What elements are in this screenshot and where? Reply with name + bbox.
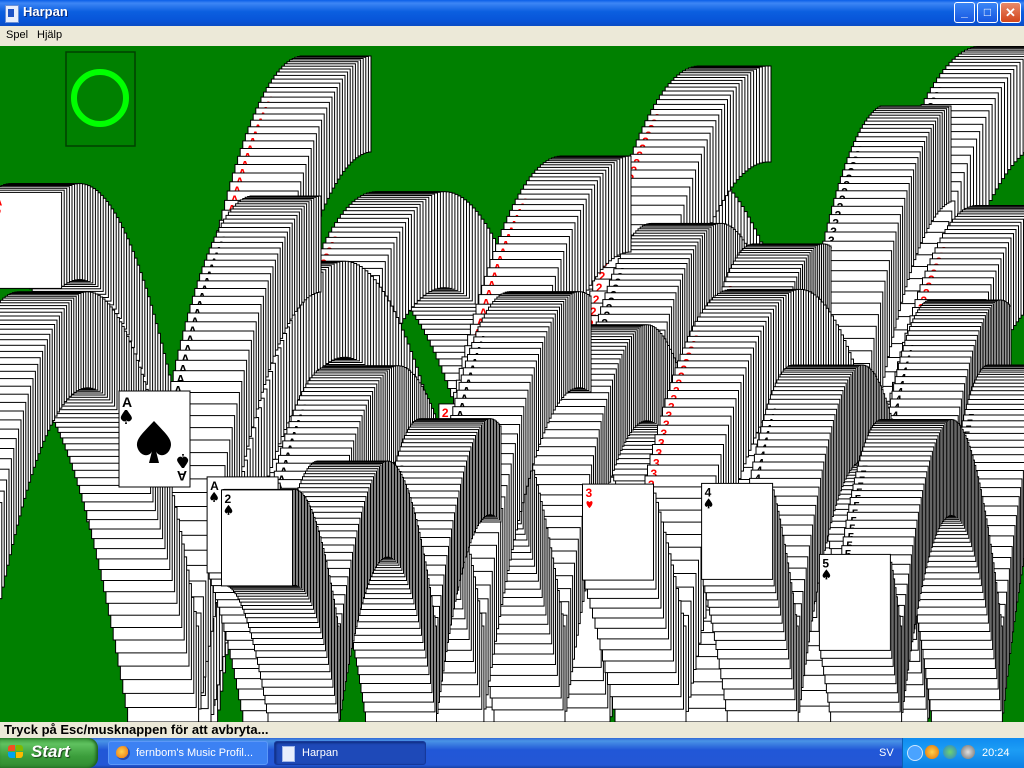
title-bar[interactable]: Harpan _ □ ✕ xyxy=(0,0,1024,26)
harpan-app-icon[interactable] xyxy=(5,5,19,23)
card-rank-label: A xyxy=(0,194,3,208)
maximize-button[interactable]: □ xyxy=(977,2,998,23)
card-trail-image: A xyxy=(0,502,3,600)
close-button[interactable]: ✕ xyxy=(1000,2,1021,23)
menu-bar: Spel Hjälp xyxy=(0,26,1024,46)
minimize-button[interactable]: _ xyxy=(954,2,975,23)
card-trail-image: 4 xyxy=(701,482,774,580)
menu-hjalp[interactable]: Hjälp xyxy=(37,29,62,41)
card-trail-image: 3 xyxy=(582,483,654,581)
game-area[interactable]: AAAAAAAAAAAAAAAAAAAAAAAAAAAAAAAAAAAAAAAA… xyxy=(0,46,1024,722)
card-rank-label: 2 xyxy=(442,406,449,420)
card-trail-image: 5 xyxy=(818,553,891,651)
card-trails: AAAAAAAAAAAAAAAAAAAAAAAAAAAAAAAAAAAAAAAA… xyxy=(0,46,1024,722)
menu-spel[interactable]: Spel xyxy=(6,29,28,41)
card-rank-label: 5 xyxy=(822,556,829,570)
card-cascade-animation[interactable]: AAAAAAAAAAAAAAAAAAAAAAAAAAAAAAAAAAAAAAAA… xyxy=(0,46,1024,722)
card-rank-label: 4 xyxy=(705,485,712,499)
window-title: Harpan xyxy=(23,4,68,19)
card-trail-image: A xyxy=(0,191,63,289)
card-rank-label: 3 xyxy=(586,486,593,500)
